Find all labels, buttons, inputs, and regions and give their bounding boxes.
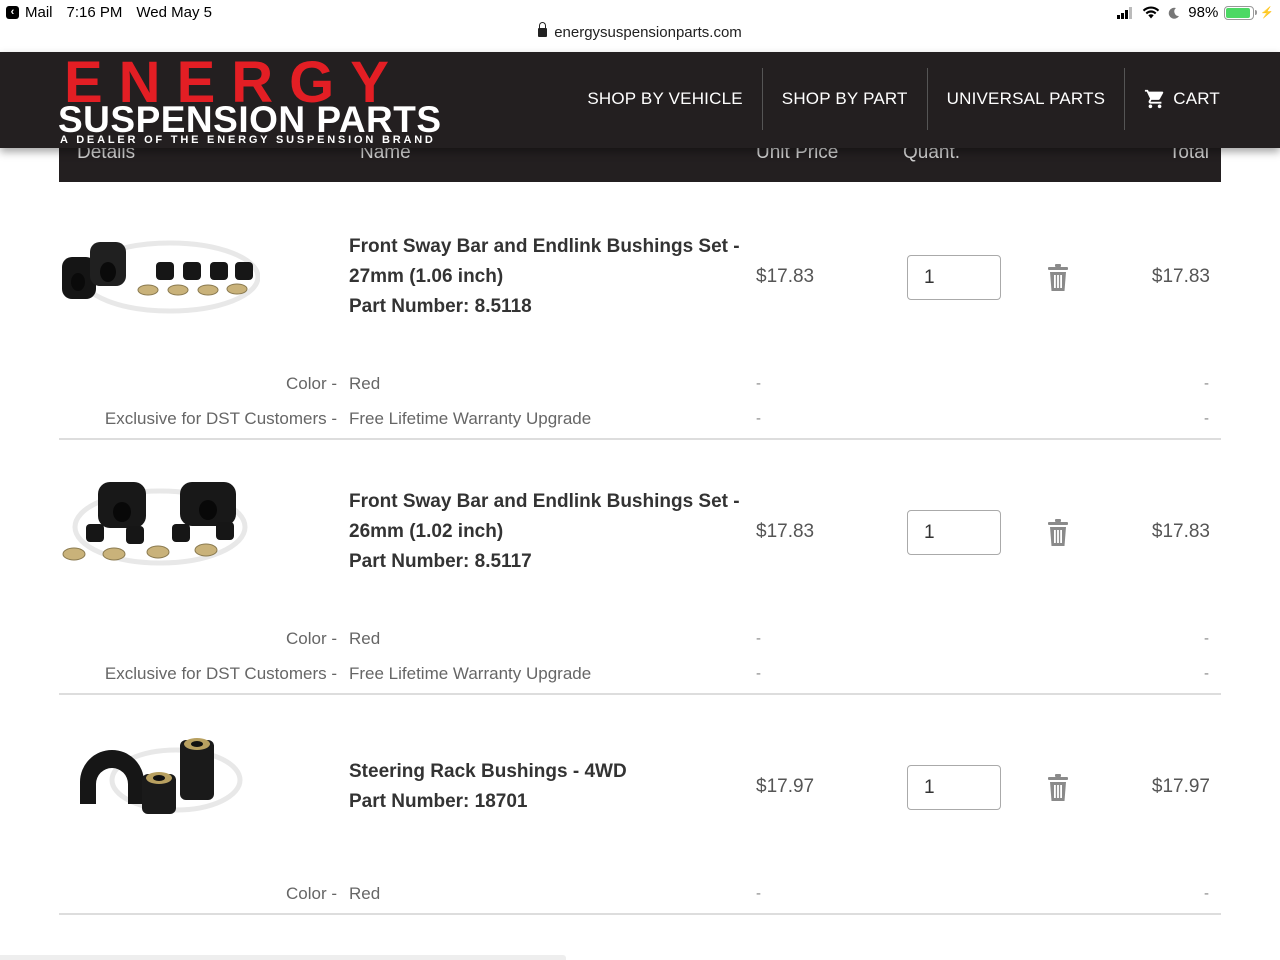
status-date: Wed May 5 bbox=[136, 4, 212, 21]
product-name[interactable]: Steering Rack Bushings - 4WD Part Number… bbox=[349, 757, 749, 817]
product-name[interactable]: Front Sway Bar and Endlink Bushings Set … bbox=[349, 487, 749, 577]
battery-icon bbox=[1224, 5, 1258, 20]
address-bar[interactable]: energysuspensionparts.com bbox=[0, 22, 1280, 41]
option-price: - bbox=[756, 630, 761, 647]
signal-icon bbox=[1117, 6, 1133, 19]
product-name-line1: Front Sway Bar and Endlink Bushings Set … bbox=[349, 236, 740, 257]
lock-icon bbox=[538, 22, 548, 37]
product-name-line2: 27mm (1.06 inch) bbox=[349, 266, 504, 287]
horizontal-scrollbar[interactable] bbox=[0, 955, 566, 960]
charging-icon: ⚡ bbox=[1260, 7, 1274, 19]
status-time: 7:16 PM bbox=[66, 4, 123, 21]
quantity-input[interactable] bbox=[907, 255, 1001, 300]
quantity-input[interactable] bbox=[907, 765, 1001, 810]
status-right: 98% ⚡ bbox=[1117, 4, 1274, 21]
option-total: - bbox=[1204, 630, 1209, 647]
option-total: - bbox=[1204, 375, 1209, 392]
status-left: ‹ Mail 7:16 PM Wed May 5 bbox=[6, 4, 226, 21]
product-name-line1: Front Sway Bar and Endlink Bushings Set … bbox=[349, 491, 740, 512]
part-number: Part Number: 8.5117 bbox=[349, 551, 532, 572]
option-value: Red bbox=[349, 629, 381, 648]
row-divider bbox=[59, 913, 1221, 915]
option-value: Red bbox=[349, 884, 381, 903]
moon-icon bbox=[1169, 7, 1180, 19]
product-name-line2: 26mm (1.02 inch) bbox=[349, 521, 504, 542]
nav-shop-by-vehicle[interactable]: SHOP BY VEHICLE bbox=[568, 68, 763, 130]
trash-icon[interactable] bbox=[1047, 774, 1069, 802]
cart-icon bbox=[1145, 89, 1164, 109]
product-image-sway-bar-26mm[interactable] bbox=[60, 472, 250, 572]
status-bar: ‹ Mail 7:16 PM Wed May 5 energysuspensio… bbox=[0, 0, 1280, 52]
nav-cart-label: CART bbox=[1173, 89, 1220, 108]
option-label: Exclusive for DST Customers - bbox=[104, 409, 337, 428]
unit-price: $17.97 bbox=[756, 776, 815, 797]
option-value: Free Lifetime Warranty Upgrade bbox=[349, 409, 592, 428]
battery-percent: 98% bbox=[1188, 4, 1219, 21]
product-image-steering-rack[interactable] bbox=[76, 732, 246, 827]
wifi-icon bbox=[1143, 6, 1160, 19]
line-total: $17.83 bbox=[1151, 266, 1210, 287]
trash-icon[interactable] bbox=[1047, 264, 1069, 292]
option-label: Exclusive for DST Customers - bbox=[104, 664, 337, 683]
option-price: - bbox=[756, 410, 761, 427]
nav-universal-parts[interactable]: UNIVERSAL PARTS bbox=[928, 68, 1126, 130]
product-name[interactable]: Front Sway Bar and Endlink Bushings Set … bbox=[349, 232, 749, 322]
main-nav: SHOP BY VEHICLE SHOP BY PART UNIVERSAL P… bbox=[568, 68, 1220, 130]
row-divider bbox=[59, 693, 1221, 695]
quantity-input[interactable] bbox=[907, 510, 1001, 555]
option-price: - bbox=[756, 375, 761, 392]
option-total: - bbox=[1204, 665, 1209, 682]
unit-price: $17.83 bbox=[756, 521, 815, 542]
nav-shop-by-part[interactable]: SHOP BY PART bbox=[763, 68, 928, 130]
option-price: - bbox=[756, 665, 761, 682]
logo-tagline: A DEALER OF THE ENERGY SUSPENSION BRAND bbox=[60, 134, 436, 146]
site-header: ENERGY SUSPENSION PARTS A DEALER OF THE … bbox=[0, 52, 1280, 148]
unit-price: $17.83 bbox=[756, 266, 815, 287]
option-value: Free Lifetime Warranty Upgrade bbox=[349, 664, 592, 683]
option-label: Color - bbox=[285, 884, 337, 903]
option-price: - bbox=[756, 885, 761, 902]
site-logo[interactable]: ENERGY SUSPENSION PARTS A DEALER OF THE … bbox=[58, 54, 478, 147]
url-text: energysuspensionparts.com bbox=[554, 24, 742, 41]
option-value: Red bbox=[349, 374, 381, 393]
back-to-app-icon[interactable]: ‹ bbox=[6, 6, 19, 19]
part-number: Part Number: 8.5118 bbox=[349, 296, 532, 317]
nav-cart[interactable]: CART bbox=[1125, 68, 1220, 130]
part-number: Part Number: 18701 bbox=[349, 791, 528, 812]
option-total: - bbox=[1204, 885, 1209, 902]
row-divider bbox=[59, 438, 1221, 440]
line-total: $17.97 bbox=[1151, 776, 1210, 797]
product-name-line1: Steering Rack Bushings - 4WD bbox=[349, 761, 627, 782]
option-label: Color - bbox=[285, 629, 337, 648]
product-image-sway-bar-27mm[interactable] bbox=[60, 232, 260, 322]
option-label: Color - bbox=[285, 374, 337, 393]
back-app-label[interactable]: Mail bbox=[25, 4, 53, 21]
line-total: $17.83 bbox=[1151, 521, 1210, 542]
option-total: - bbox=[1204, 410, 1209, 427]
trash-icon[interactable] bbox=[1047, 519, 1069, 547]
